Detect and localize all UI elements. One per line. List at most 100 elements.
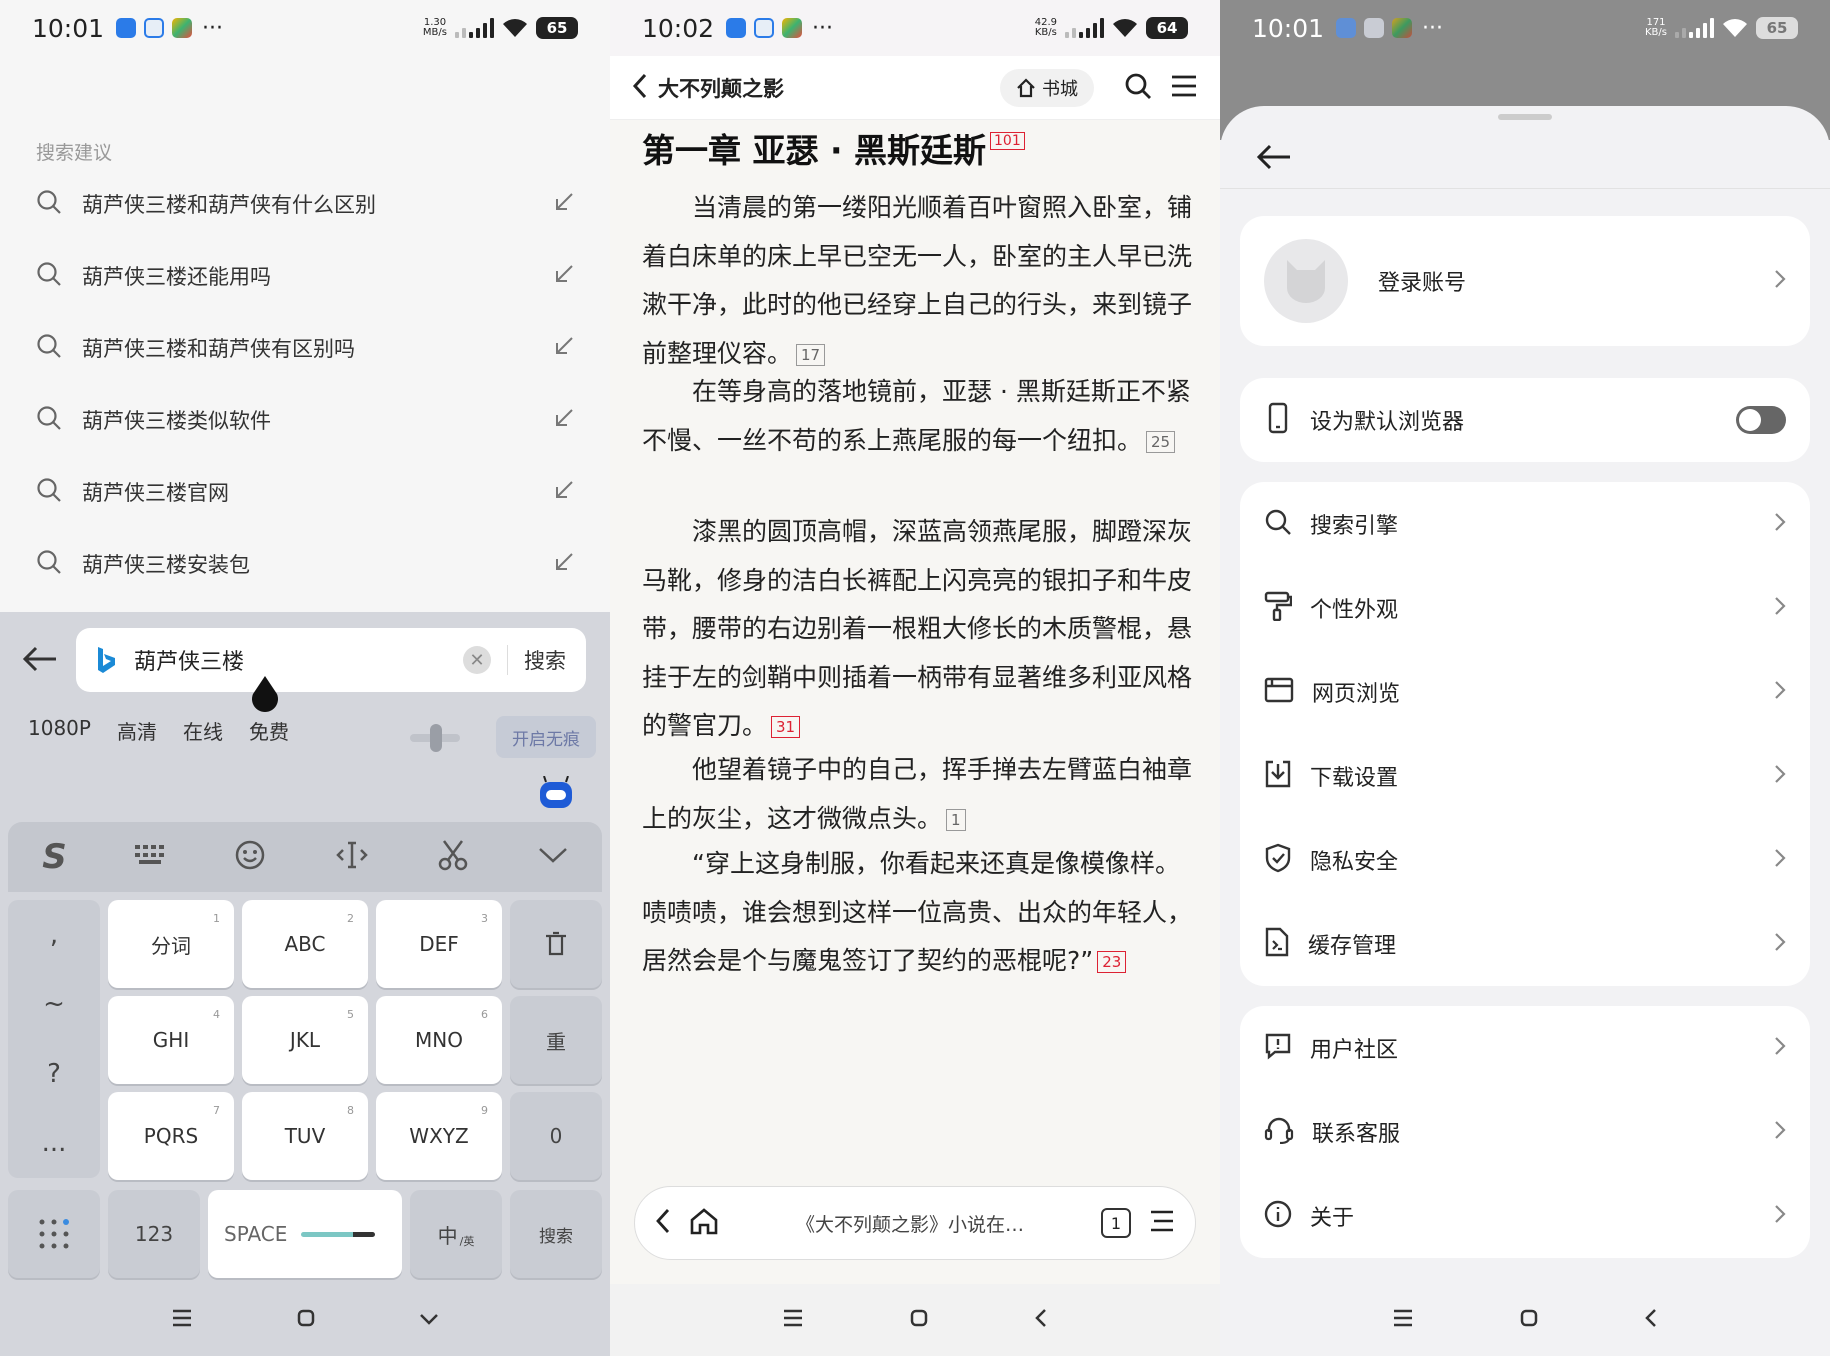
key-9[interactable]: 9 WXYZ (376, 1092, 502, 1180)
zero-key[interactable]: 0 (510, 1092, 602, 1180)
incognito-button[interactable]: 开启无痕 (496, 716, 596, 758)
ellipsis-key[interactable]: ... (42, 1128, 67, 1158)
fill-query-arrow-icon[interactable] (554, 480, 574, 504)
home-nav-icon[interactable] (1519, 1308, 1539, 1332)
redo-key[interactable]: 重 (510, 996, 602, 1084)
hide-keyboard-nav-icon[interactable] (419, 1311, 439, 1330)
home-icon[interactable] (689, 1207, 719, 1239)
sogou-logo-icon[interactable]: S (42, 837, 67, 877)
space-key[interactable]: SPACE (208, 1190, 402, 1278)
language-switch-key[interactable]: 中/英 (410, 1190, 502, 1278)
suggestion-item[interactable]: 葫芦侠三楼安装包 (0, 528, 610, 600)
chip[interactable]: 高清 (117, 716, 157, 745)
emoji-icon[interactable] (234, 839, 266, 875)
cursor-move-icon[interactable] (335, 840, 369, 874)
suggestion-item[interactable]: 葫芦侠三楼和葫芦侠有区别吗 (0, 312, 610, 384)
paragraph: “穿上这身制服，你看起来还真是像模像样。啧啧啧，谁会想到这样一位高贵、出众的年轻… (642, 840, 1202, 986)
fill-query-arrow-icon[interactable] (554, 264, 574, 288)
paragraph-comment-badge[interactable]: 25 (1146, 430, 1176, 453)
suggestion-item[interactable]: 葫芦侠三楼还能用吗 (0, 240, 610, 312)
key-6[interactable]: 6 MNO (376, 996, 502, 1084)
search-input[interactable]: 葫芦侠三楼 ✕ 搜索 (76, 628, 586, 692)
question-key[interactable]: ? (47, 1059, 61, 1089)
home-nav-icon[interactable] (909, 1308, 929, 1332)
tabs-button[interactable]: 1 (1101, 1208, 1131, 1238)
settings-row-privacy[interactable]: 隐私安全 (1240, 818, 1810, 902)
numbers-key[interactable]: 123 (108, 1190, 200, 1278)
key-8[interactable]: 8 TUV (242, 1092, 368, 1180)
key-7[interactable]: 7 PQRS (108, 1092, 234, 1180)
back-arrow-icon[interactable] (22, 644, 58, 678)
search-icon (36, 549, 62, 579)
keyboard-layout-icon[interactable] (135, 845, 165, 869)
back-arrow-icon[interactable] (1256, 142, 1292, 176)
suggestion-item[interactable]: 葫芦侠三楼和葫芦侠有什么区别 (0, 168, 610, 240)
symbol-column[interactable]: , ~ ? ... (8, 900, 100, 1178)
settings-row-browsing[interactable]: 网页浏览 (1240, 650, 1810, 734)
chip-slider[interactable] (410, 724, 460, 752)
app-icon (1392, 18, 1413, 38)
suggestion-item[interactable]: 葫芦侠三楼官网 (0, 456, 610, 528)
fill-query-arrow-icon[interactable] (554, 192, 574, 216)
paragraph-comment-badge[interactable]: 31 (771, 716, 801, 738)
comma-key[interactable]: , (50, 920, 58, 950)
fill-query-arrow-icon[interactable] (554, 408, 574, 432)
bookstore-button[interactable]: 书城 (1000, 68, 1094, 107)
home-icon (1017, 77, 1035, 97)
back-icon[interactable] (655, 1207, 671, 1239)
clear-icon[interactable]: ✕ (463, 646, 491, 674)
paragraph-comment-badge[interactable]: 1 (946, 808, 966, 831)
settings-row-appearance[interactable]: 个性外观 (1240, 566, 1810, 650)
chip[interactable]: 1080P (28, 716, 91, 745)
scissors-icon[interactable] (437, 839, 469, 875)
login-card[interactable]: 登录账号 (1240, 216, 1810, 346)
home-nav-icon[interactable] (296, 1308, 316, 1332)
key-2[interactable]: 2 ABC (242, 900, 368, 988)
default-browser-toggle[interactable] (1736, 406, 1786, 434)
menu-nav-icon[interactable] (171, 1309, 193, 1331)
collapse-keyboard-icon[interactable] (538, 846, 568, 868)
chapter-comment-badge[interactable]: 101 (990, 132, 1025, 150)
settings-row-community[interactable]: 用户社区 (1240, 1006, 1810, 1090)
key-3[interactable]: 3 DEF (376, 900, 502, 988)
key-label: 分词 (151, 933, 191, 958)
search-button[interactable]: 搜索 (524, 645, 566, 675)
key-5[interactable]: 5 JKL (242, 996, 368, 1084)
fill-query-arrow-icon[interactable] (554, 336, 574, 360)
text-cursor-handle[interactable] (250, 676, 280, 712)
chip[interactable]: 免费 (249, 716, 289, 745)
search-key[interactable]: 搜索 (510, 1190, 602, 1278)
more-notifications-icon: ··· (1422, 15, 1444, 41)
settings-row-download[interactable]: 下载设置 (1240, 734, 1810, 818)
paragraph-comment-badge[interactable]: 17 (796, 343, 826, 366)
settings-row-cache[interactable]: 缓存管理 (1240, 902, 1810, 986)
menu-nav-icon[interactable] (782, 1309, 804, 1331)
row-label: 网页浏览 (1312, 682, 1401, 707)
symbols-key[interactable] (8, 1190, 100, 1278)
paragraph-comment-badge[interactable]: 23 (1097, 951, 1127, 973)
settings-row-support[interactable]: 联系客服 (1240, 1090, 1810, 1174)
speed-unit: KB/s (1645, 27, 1667, 38)
keyboard-mascot-icon[interactable] (538, 775, 574, 814)
menu-icon[interactable] (1170, 74, 1198, 102)
login-row[interactable]: 登录账号 (1240, 239, 1810, 323)
settings-row-about[interactable]: 关于 (1240, 1174, 1810, 1258)
chip[interactable]: 在线 (183, 716, 223, 745)
battery-icon: 64 (1146, 17, 1188, 39)
key-1[interactable]: 1 分词 (108, 900, 234, 988)
fill-query-arrow-icon[interactable] (554, 552, 574, 576)
chapter-title: 第一章 亚瑟 · 黑斯廷斯 101 (642, 124, 1025, 172)
page-url-text[interactable]: 《大不列颠之影》小说在… (737, 1210, 1083, 1237)
key-4[interactable]: 4 GHI (108, 996, 234, 1084)
back-nav-icon[interactable] (1034, 1308, 1048, 1332)
back-icon[interactable] (632, 72, 648, 104)
delete-key[interactable] (510, 900, 602, 988)
drag-handle[interactable] (1498, 114, 1552, 120)
tilde-key[interactable]: ~ (43, 989, 65, 1019)
menu-nav-icon[interactable] (1392, 1309, 1414, 1331)
back-nav-icon[interactable] (1644, 1308, 1658, 1332)
suggestion-item[interactable]: 葫芦侠三楼类似软件 (0, 384, 610, 456)
menu-icon[interactable] (1149, 1210, 1175, 1236)
settings-row-search-engine[interactable]: 搜索引擎 (1240, 482, 1810, 566)
search-icon[interactable] (1124, 72, 1152, 104)
